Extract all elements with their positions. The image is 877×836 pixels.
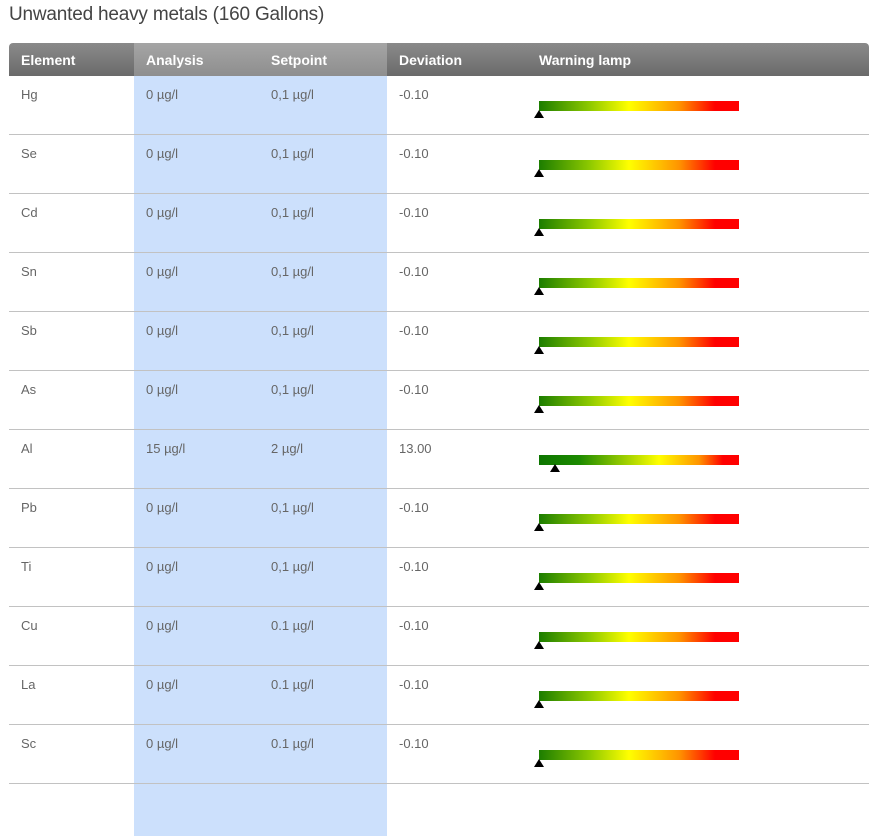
header-warning-lamp: Warning lamp bbox=[539, 52, 632, 68]
header-deviation: Deviation bbox=[399, 52, 463, 68]
warning-lamp-bar bbox=[534, 101, 739, 118]
table-row: Al 15 µg/l 2 µg/l 13.00 bbox=[9, 430, 869, 489]
warning-lamp-marker-icon bbox=[534, 110, 544, 118]
deviation-cell: -0.10 bbox=[399, 264, 429, 279]
analysis-cell: 0 µg/l bbox=[146, 205, 179, 220]
analysis-cell: 0 µg/l bbox=[146, 559, 179, 574]
table-row: As 0 µg/l 0,1 µg/l -0.10 bbox=[9, 371, 869, 430]
deviation-cell: -0.10 bbox=[399, 323, 429, 338]
warning-lamp-bar bbox=[534, 514, 739, 531]
analysis-cell: 0 µg/l bbox=[146, 146, 179, 161]
warning-lamp-marker-icon bbox=[534, 405, 544, 413]
warning-lamp-marker-icon bbox=[534, 346, 544, 354]
warning-lamp-marker-icon bbox=[550, 464, 560, 472]
warning-lamp-bar bbox=[539, 455, 739, 472]
setpoint-cell: 0,1 µg/l bbox=[271, 264, 314, 279]
header-setpoint: Setpoint bbox=[271, 52, 327, 68]
deviation-cell: -0.10 bbox=[399, 87, 429, 102]
warning-lamp-bar bbox=[534, 750, 739, 767]
setpoint-cell: 0,1 µg/l bbox=[271, 559, 314, 574]
element-cell: Se bbox=[21, 146, 37, 161]
element-cell: Cu bbox=[21, 618, 38, 633]
warning-lamp-marker-icon bbox=[534, 228, 544, 236]
table-row: Hg 0 µg/l 0,1 µg/l -0.10 bbox=[9, 76, 869, 135]
warning-lamp-bar bbox=[534, 691, 739, 708]
element-cell: Cd bbox=[21, 205, 38, 220]
table-row: Pb 0 µg/l 0,1 µg/l -0.10 bbox=[9, 489, 869, 548]
warning-lamp-bar bbox=[534, 219, 739, 236]
warning-lamp-marker-icon bbox=[534, 582, 544, 590]
warning-lamp-bar bbox=[534, 337, 739, 354]
warning-lamp-marker-icon bbox=[534, 641, 544, 649]
analysis-cell: 0 µg/l bbox=[146, 736, 179, 751]
warning-lamp-bar bbox=[534, 160, 739, 177]
setpoint-cell: 0,1 µg/l bbox=[271, 87, 314, 102]
deviation-cell: -0.10 bbox=[399, 618, 429, 633]
element-cell: Sn bbox=[21, 264, 37, 279]
page-title: Unwanted heavy metals (160 Gallons) bbox=[9, 4, 325, 25]
setpoint-cell: 0,1 µg/l bbox=[271, 382, 314, 397]
deviation-cell: -0.10 bbox=[399, 677, 429, 692]
table-row: La 0 µg/l 0.1 µg/l -0.10 bbox=[9, 666, 869, 725]
deviation-cell: 13.00 bbox=[399, 441, 432, 456]
analysis-cell: 0 µg/l bbox=[146, 500, 179, 515]
element-cell: Al bbox=[21, 441, 33, 456]
warning-lamp-bar bbox=[534, 396, 739, 413]
analysis-cell: 0 µg/l bbox=[146, 323, 179, 338]
warning-lamp-marker-icon bbox=[534, 523, 544, 531]
analysis-cell: 0 µg/l bbox=[146, 264, 179, 279]
deviation-cell: -0.10 bbox=[399, 146, 429, 161]
header-element: Element bbox=[21, 52, 76, 68]
element-cell: Sc bbox=[21, 736, 37, 751]
heavy-metals-table: Element Analysis Setpoint Deviation Warn… bbox=[9, 43, 869, 836]
header-analysis: Analysis bbox=[146, 52, 204, 68]
setpoint-cell: 0.1 µg/l bbox=[271, 618, 314, 633]
element-cell: Hg bbox=[21, 87, 38, 102]
analysis-cell: 0 µg/l bbox=[146, 618, 179, 633]
setpoint-cell: 0,1 µg/l bbox=[271, 205, 314, 220]
element-cell: Sb bbox=[21, 323, 37, 338]
table-row: Cd 0 µg/l 0,1 µg/l -0.10 bbox=[9, 194, 869, 253]
analysis-cell: 0 µg/l bbox=[146, 677, 179, 692]
warning-lamp-bar bbox=[534, 632, 739, 649]
table-body: Hg 0 µg/l 0,1 µg/l -0.10 Se 0 µg/l 0,1 µg/l -0.… bbox=[9, 76, 869, 836]
element-cell: Pb bbox=[21, 500, 37, 515]
warning-lamp-marker-icon bbox=[534, 287, 544, 295]
table-row: Cu 0 µg/l 0.1 µg/l -0.10 bbox=[9, 607, 869, 666]
analysis-cell: 0 µg/l bbox=[146, 382, 179, 397]
warning-lamp-marker-icon bbox=[534, 169, 544, 177]
deviation-cell: -0.10 bbox=[399, 736, 429, 751]
setpoint-cell: 0.1 µg/l bbox=[271, 736, 314, 751]
warning-lamp-bar bbox=[534, 573, 739, 590]
analysis-cell: 0 µg/l bbox=[146, 87, 179, 102]
deviation-cell: -0.10 bbox=[399, 500, 429, 515]
deviation-cell: -0.10 bbox=[399, 205, 429, 220]
table-row: Se 0 µg/l 0,1 µg/l -0.10 bbox=[9, 135, 869, 194]
element-cell: Ti bbox=[21, 559, 32, 574]
element-cell: As bbox=[21, 382, 37, 397]
analysis-cell: 15 µg/l bbox=[146, 441, 186, 456]
deviation-cell: -0.10 bbox=[399, 382, 429, 397]
deviation-cell: -0.10 bbox=[399, 559, 429, 574]
table-header: Element Analysis Setpoint Deviation Warn… bbox=[9, 43, 869, 76]
element-cell: La bbox=[21, 677, 36, 692]
table-row: Ti 0 µg/l 0,1 µg/l -0.10 bbox=[9, 548, 869, 607]
table-row: Sb 0 µg/l 0,1 µg/l -0.10 bbox=[9, 312, 869, 371]
setpoint-cell: 0,1 µg/l bbox=[271, 323, 314, 338]
setpoint-cell: 0,1 µg/l bbox=[271, 500, 314, 515]
setpoint-cell: 0.1 µg/l bbox=[271, 677, 314, 692]
table-row: Sc 0 µg/l 0.1 µg/l -0.10 bbox=[9, 725, 869, 784]
warning-lamp-bar bbox=[534, 278, 739, 295]
table-row: Sn 0 µg/l 0,1 µg/l -0.10 bbox=[9, 253, 869, 312]
warning-lamp-marker-icon bbox=[534, 700, 544, 708]
setpoint-cell: 0,1 µg/l bbox=[271, 146, 314, 161]
setpoint-cell: 2 µg/l bbox=[271, 441, 304, 456]
